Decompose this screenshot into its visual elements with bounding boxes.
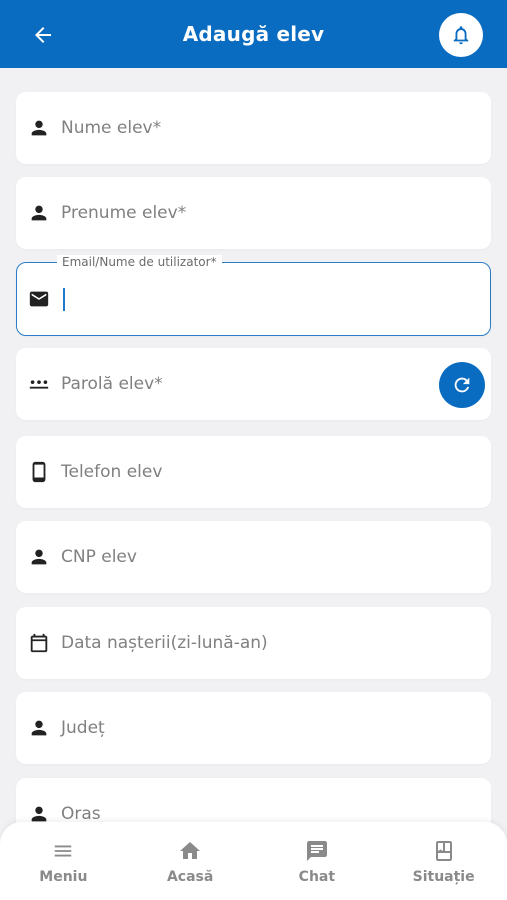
prenume-elev-field[interactable]: Prenume elev* <box>16 177 491 249</box>
nav-item-meniu[interactable]: Meniu <box>8 831 118 891</box>
judet-placeholder: Județ <box>61 718 105 738</box>
menu-icon <box>50 838 76 864</box>
nav-label-chat: Chat <box>298 868 336 885</box>
home-icon <box>177 838 203 864</box>
refresh-icon <box>454 377 470 393</box>
book-icon <box>431 838 457 864</box>
mail-icon <box>28 288 50 310</box>
person-icon <box>28 202 50 224</box>
prenume-elev-placeholder: Prenume elev* <box>61 203 187 223</box>
nav-label-acasa: Acasă <box>166 868 214 885</box>
app-bar: Adaugă elev <box>0 0 507 68</box>
data-nasterii-placeholder: Data nașterii(zi-lună-an) <box>61 633 268 653</box>
password-icon <box>28 373 50 395</box>
nav-item-situatie[interactable]: Situație <box>389 831 499 891</box>
data-nasterii-field[interactable]: Data nașterii(zi-lună-an) <box>16 607 491 679</box>
generate-password-button[interactable] <box>439 362 485 408</box>
bell-icon <box>453 26 469 45</box>
chat-icon <box>304 838 330 864</box>
parola-elev-placeholder: Parolă elev* <box>61 374 163 394</box>
nav-item-chat[interactable]: Chat <box>262 831 372 891</box>
calendar-icon <box>28 632 50 654</box>
person-icon <box>28 546 50 568</box>
bottom-navigation: Meniu Acasă Chat Situație <box>0 822 507 900</box>
person-icon <box>28 117 50 139</box>
nav-label-meniu: Meniu <box>39 868 88 885</box>
nume-elev-field[interactable]: Nume elev* <box>16 92 491 164</box>
email-field-label: Email/Nume de utilizator* <box>57 255 222 269</box>
phone-icon <box>28 461 50 483</box>
cnp-elev-field[interactable]: CNP elev <box>16 521 491 593</box>
arrow-back-icon <box>35 27 51 43</box>
parola-elev-field[interactable]: Parolă elev* <box>16 348 491 420</box>
notifications-button[interactable] <box>439 13 483 57</box>
person-icon <box>28 717 50 739</box>
back-button[interactable] <box>28 20 58 50</box>
page-title: Adaugă elev <box>182 22 325 46</box>
telefon-elev-placeholder: Telefon elev <box>61 462 163 482</box>
nav-item-acasa[interactable]: Acasă <box>135 831 245 891</box>
oras-placeholder: Oras <box>61 804 101 824</box>
telefon-elev-field[interactable]: Telefon elev <box>16 436 491 508</box>
text-cursor <box>63 288 65 311</box>
email-field[interactable]: Email/Nume de utilizator* <box>16 255 491 336</box>
judet-field[interactable]: Județ <box>16 692 491 764</box>
cnp-elev-placeholder: CNP elev <box>61 547 137 567</box>
nav-label-situatie: Situație <box>412 868 475 885</box>
nume-elev-placeholder: Nume elev* <box>61 118 162 138</box>
